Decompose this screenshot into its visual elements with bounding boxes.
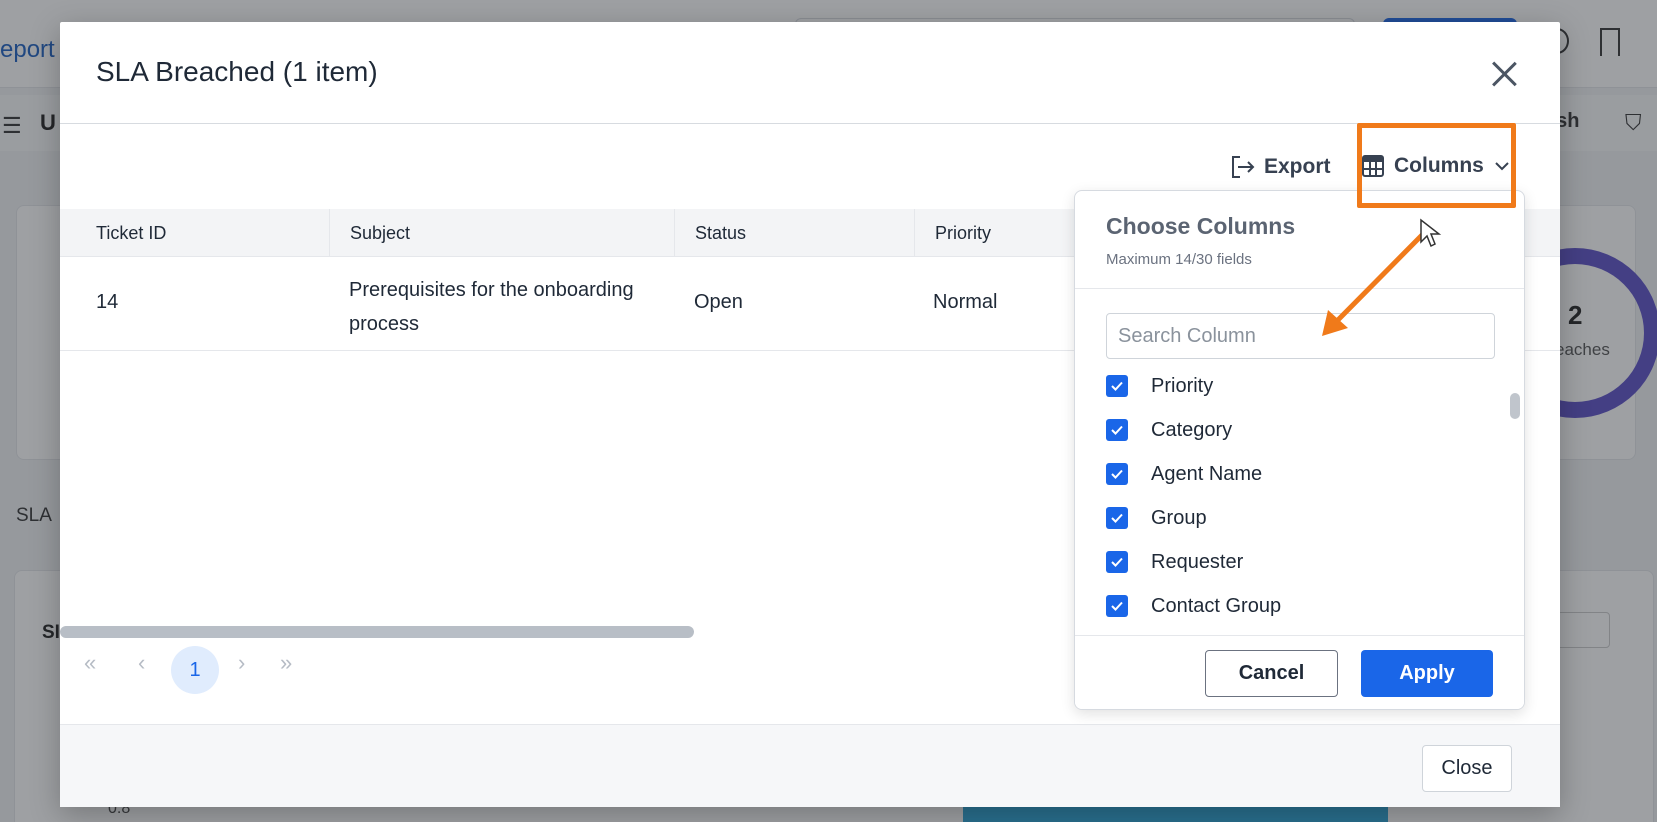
cell-status: Open <box>694 291 743 313</box>
checkbox-checked-icon[interactable] <box>1106 551 1128 573</box>
column-header-subject[interactable]: Subject <box>330 209 675 257</box>
column-option-priority[interactable]: Priority <box>1106 371 1213 401</box>
apply-button[interactable]: Apply <box>1361 650 1493 697</box>
modal-header: SLA Breached (1 item) <box>60 22 1560 124</box>
cancel-button[interactable]: Cancel <box>1205 650 1338 697</box>
column-option-label: Requester <box>1151 550 1244 573</box>
search-column-input[interactable] <box>1106 313 1495 359</box>
column-option-requester[interactable]: Requester <box>1106 547 1243 577</box>
column-option-label: Priority <box>1151 374 1214 397</box>
checkbox-checked-icon[interactable] <box>1106 419 1128 441</box>
export-button[interactable]: Export <box>1230 154 1331 180</box>
cell-priority: Normal <box>933 291 998 313</box>
panel-footer: Cancel Apply <box>1075 635 1524 709</box>
column-option-label: Agent Name <box>1151 462 1263 485</box>
panel-subtitle: Maximum 14/30 fields <box>1106 251 1252 268</box>
cell-subject: Prerequisites for the onboarding process <box>349 279 634 335</box>
prev-page-icon[interactable]: ‹ <box>138 650 145 676</box>
choose-columns-panel: Choose Columns Maximum 14/30 fields Prio… <box>1074 190 1525 710</box>
column-option-agent-name[interactable]: Agent Name <box>1106 459 1262 489</box>
page-number-current[interactable]: 1 <box>171 646 219 694</box>
checkbox-checked-icon[interactable] <box>1106 507 1128 529</box>
panel-title: Choose Columns <box>1106 213 1296 239</box>
cell-ticket-id: 14 <box>96 291 119 313</box>
vertical-scrollbar[interactable] <box>1510 393 1520 419</box>
column-option-label: Group <box>1151 506 1207 529</box>
column-header-status[interactable]: Status <box>675 209 915 257</box>
columns-button[interactable]: Columns <box>1362 154 1510 178</box>
checkbox-checked-icon[interactable] <box>1106 463 1128 485</box>
column-option-label: Category <box>1151 418 1233 441</box>
columns-icon <box>1362 155 1384 177</box>
export-icon <box>1232 156 1255 178</box>
chevron-down-icon <box>1495 162 1509 171</box>
close-button[interactable]: Close <box>1422 745 1512 792</box>
modal-footer: Close <box>60 724 1560 807</box>
modal-title: SLA Breached (1 item) <box>96 56 378 87</box>
columns-label: Columns <box>1394 154 1484 177</box>
close-icon[interactable] <box>1488 58 1520 90</box>
horizontal-scrollbar[interactable] <box>60 626 694 638</box>
column-header-ticket-id[interactable]: Ticket ID <box>60 209 330 257</box>
first-page-icon[interactable]: « <box>84 650 96 676</box>
column-option-label: Contact Group <box>1151 594 1282 617</box>
checkbox-checked-icon[interactable] <box>1106 375 1128 397</box>
next-page-icon[interactable]: › <box>238 650 245 676</box>
last-page-icon[interactable]: » <box>280 650 292 676</box>
checkbox-checked-icon[interactable] <box>1106 595 1128 617</box>
column-option-category[interactable]: Category <box>1106 415 1232 445</box>
export-label: Export <box>1264 155 1331 178</box>
column-option-group[interactable]: Group <box>1106 503 1207 533</box>
panel-divider <box>1075 288 1524 289</box>
column-option-contact-group[interactable]: Contact Group <box>1106 591 1281 621</box>
